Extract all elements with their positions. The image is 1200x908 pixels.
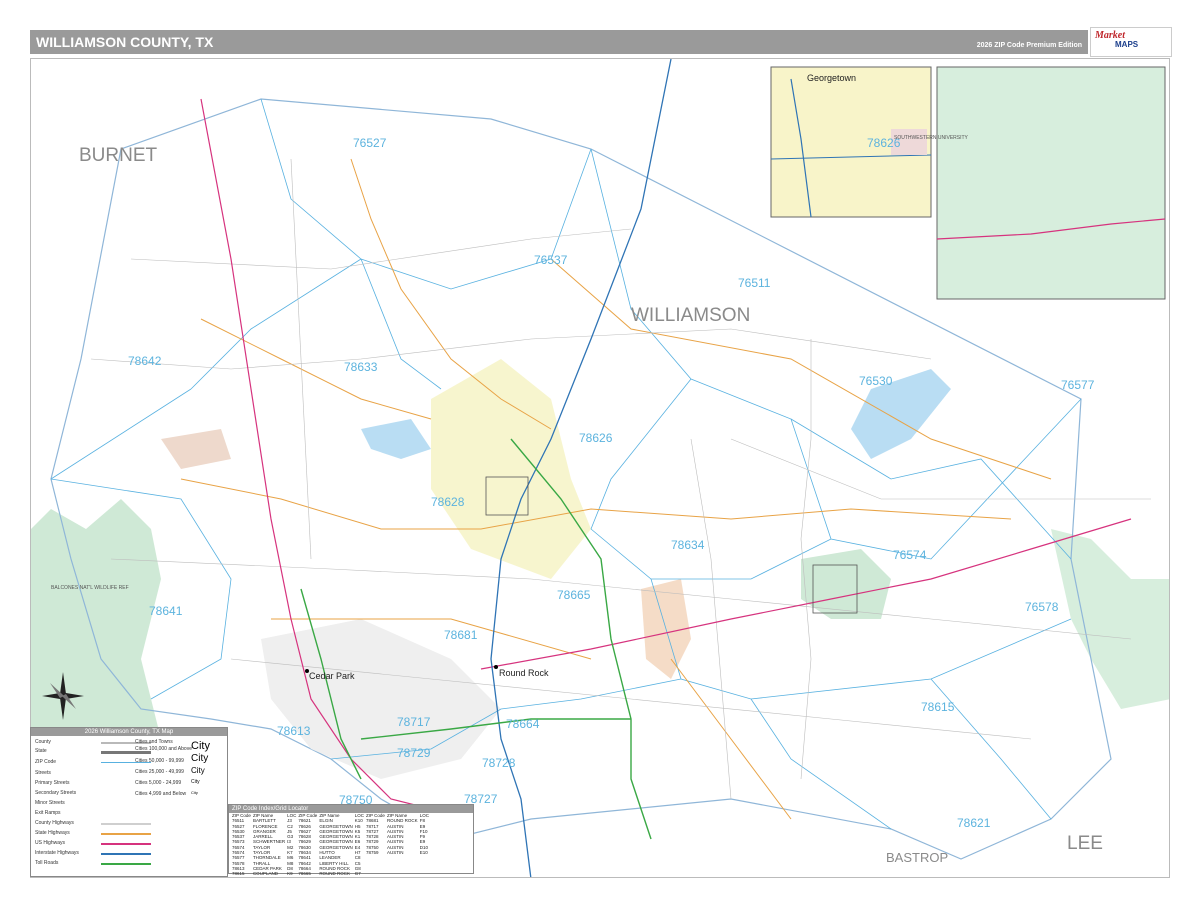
round-rock-label: Round Rock	[499, 668, 549, 678]
round-rock-marker	[494, 665, 498, 669]
zip-index-row: 76511 BARTLETT J3 78621 ELGIN K10 78681 ROUND R…	[231, 818, 430, 823]
legend-toll: Toll Roads	[35, 860, 59, 866]
legend-cities-head: Cities and Towns	[135, 739, 173, 745]
zip-76578: 76578	[1025, 600, 1059, 614]
zip-76577: 76577	[1061, 378, 1095, 392]
zip-index-table: ZIP Code Index/Grid Locator ZIP Code ZIP…	[228, 804, 474, 877]
zip-78641: 78641	[149, 604, 183, 618]
zip-78615: 78615	[921, 700, 955, 714]
legend-city-sample-5: City	[191, 790, 198, 795]
zip-76574: 76574	[893, 548, 927, 562]
park-area-east	[1051, 529, 1169, 709]
zip-index-row: 76573 SCHWERTNER I3 78629 GEORGETOWN E6 78729 A…	[231, 839, 430, 844]
zip-78717: 78717	[397, 715, 431, 729]
zip-index-body: 76511 BARTLETT J3 78621 ELGIN K10 78681 ROUND R…	[231, 818, 430, 876]
zip-76527: 76527	[353, 136, 387, 150]
legend-county: County	[35, 739, 51, 745]
zip-index-cell: 78665	[298, 871, 311, 877]
burnet-county-label: BURNET	[79, 145, 158, 166]
publisher-logo: Market MAPS	[1090, 27, 1172, 57]
zip-78621: 78621	[957, 816, 991, 830]
legend-county-hwy: County Highways	[35, 820, 74, 826]
zip-78665: 78665	[557, 588, 591, 602]
edition-label: 2026 ZIP Code Premium Edition	[976, 42, 1082, 49]
georgetown-area	[431, 359, 591, 579]
legend-city-sample-1: City	[191, 740, 210, 752]
title-bar: WILLIAMSON COUNTY, TX 2026 ZIP Code Prem…	[30, 30, 1088, 54]
legend-secondary: Secondary Streets	[35, 790, 77, 796]
liberty-hill-area	[161, 429, 231, 469]
legend-class-2: Cities 50,000 - 99,999	[135, 758, 184, 764]
balcones-label: BALCONES NAT'L WILDLIFE REF	[51, 585, 129, 591]
legend-interstate: Interstate Highways	[35, 850, 79, 856]
map-title: WILLIAMSON COUNTY, TX	[36, 34, 214, 50]
legend-class-5: Cities 4,999 and Below	[135, 791, 187, 797]
zip-78681: 78681	[444, 628, 478, 642]
lake-georgetown	[361, 419, 431, 459]
zip-78634: 78634	[671, 538, 705, 552]
legend-class-3: Cities 25,000 - 49,999	[135, 769, 184, 775]
zip-76537: 76537	[534, 253, 568, 267]
taylor-park-area	[801, 549, 891, 619]
zip-index-cell: COUPLAND	[252, 871, 278, 877]
legend-us-hwy-line	[101, 843, 151, 845]
legend-title: 2026 Williamson County, TX Map	[31, 728, 227, 736]
legend-city-sample-3: City	[191, 766, 205, 775]
zip-index-cell: K9	[287, 871, 293, 877]
compass-rose	[38, 668, 88, 724]
zip-index-cell: G7	[354, 871, 361, 877]
zip-76530: 76530	[859, 374, 893, 388]
williamson-county-label: WILLIAMSON	[631, 305, 750, 326]
zip-78642: 78642	[128, 354, 162, 368]
zip-index-row: 78615 COUPLAND K9 78665 ROUND ROCK G7	[231, 871, 430, 876]
legend-primary: Primary Streets	[35, 780, 70, 786]
lee-county-label: LEE	[1067, 833, 1103, 854]
zip-index-cell	[419, 871, 430, 876]
legend-state-hwy: State Highways	[35, 830, 70, 836]
zip-78613: 78613	[277, 724, 311, 738]
legend-class-1: Cities 100,000 and Above	[135, 746, 192, 752]
zip-78728: 78728	[482, 756, 516, 770]
cedar-park-label: Cedar Park	[309, 671, 355, 681]
legend-us-hwy: US Highways	[35, 840, 66, 846]
zip-index-cell: GEORGETOWN	[319, 839, 353, 845]
legend-interstate-line	[101, 853, 151, 855]
map-legend: 2026 Williamson County, TX Map County St…	[30, 727, 228, 877]
zip-index-cell: SCHWERTNER	[252, 839, 286, 845]
legend-streets: Streets	[35, 770, 51, 776]
zip-index-cell: ROUND ROCK	[319, 871, 351, 877]
legend-zip: ZIP Code	[35, 759, 57, 765]
legend-county-hwy-line	[101, 823, 151, 825]
legend-minor: Minor Streets	[35, 800, 65, 806]
legend-state-hwy-line	[101, 833, 151, 835]
legend-class-4: Cities 5,000 - 24,999	[135, 780, 182, 786]
zip-index-cell: 78615	[232, 871, 245, 877]
legend-state: State	[35, 748, 47, 754]
zip-index-title: ZIP Code Index/Grid Locator	[229, 805, 473, 813]
zip-78633: 78633	[344, 360, 378, 374]
georgetown-inset-label: Georgetown	[807, 73, 856, 83]
taylor-inset	[936, 66, 1166, 300]
bastrop-county-label: BASTROP	[886, 850, 948, 865]
zip-78729: 78729	[397, 746, 431, 760]
logo-maps: MAPS	[1115, 40, 1139, 49]
zip-index-cell: ROUND ROCK	[386, 818, 418, 824]
zip-index-cell	[365, 871, 386, 876]
zip-index-grid: ZIP Code ZIP Name LOC ZIP Code ZIP Name …	[231, 813, 430, 877]
legend-exit-ramps: Exit Ramps	[35, 810, 61, 816]
legend-city-sample-4: City	[191, 779, 200, 785]
zip-78664: 78664	[506, 717, 540, 731]
legend-toll-line	[101, 863, 151, 865]
legend-city-sample-2: City	[191, 753, 209, 764]
southwestern-label: SOUTHWESTERN UNIVERSITY	[894, 135, 969, 141]
zip-76511: 76511	[738, 276, 771, 290]
zip-78628: 78628	[431, 495, 465, 509]
zip-index-cell	[386, 871, 419, 876]
zip-78626: 78626	[579, 431, 613, 445]
